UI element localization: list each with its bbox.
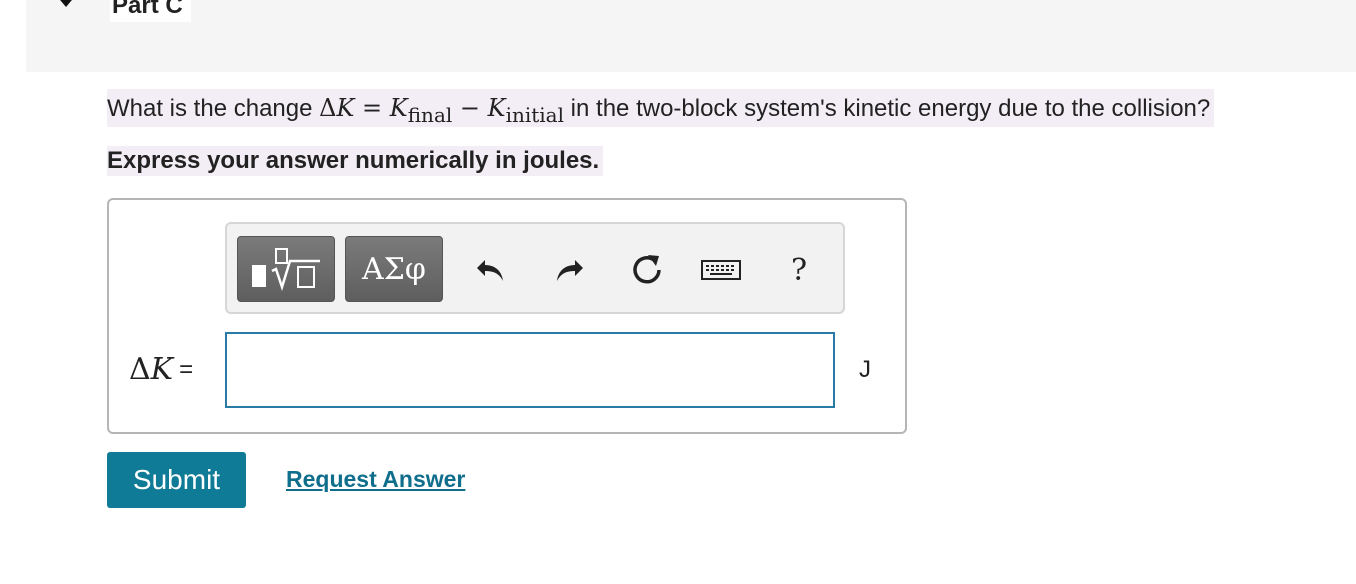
- answer-delta: Δ: [129, 352, 151, 387]
- undo-icon: [477, 260, 503, 281]
- k-final-symbol: K: [389, 94, 408, 122]
- reset-icon: [633, 255, 661, 284]
- k-initial-symbol: K: [487, 94, 506, 122]
- help-button[interactable]: ?: [779, 250, 819, 290]
- math-toolbar: ΑΣφ ?: [225, 222, 845, 314]
- part-title[interactable]: Part C: [110, 0, 191, 22]
- answer-instruction: Express your answer numerically in joule…: [107, 146, 604, 176]
- minus-symbol: −: [452, 94, 488, 122]
- question-prefix: What is the change: [107, 95, 320, 122]
- final-subscript: final: [407, 103, 453, 127]
- unit-label: J: [859, 356, 871, 383]
- answer-label: ΔK =: [129, 352, 193, 388]
- initial-subscript: initial: [505, 103, 565, 127]
- collapse-caret-icon[interactable]: [55, 0, 77, 7]
- redo-button[interactable]: [549, 250, 589, 290]
- question-text: What is the change ΔK = Kfinal − Kinitia…: [107, 89, 1215, 127]
- delta-symbol: Δ: [319, 94, 337, 122]
- undo-button[interactable]: [471, 250, 511, 290]
- reset-button[interactable]: [627, 250, 667, 290]
- part-header: [26, 0, 1356, 72]
- question-math: ΔK = Kfinal − Kinitial: [319, 94, 564, 127]
- request-answer-link[interactable]: Request Answer: [286, 464, 465, 494]
- question-suffix: in the two-block system's kinetic energy…: [564, 95, 1211, 122]
- keyboard-icon: [701, 260, 741, 280]
- templates-button[interactable]: [237, 236, 335, 302]
- answer-k: K: [150, 352, 174, 387]
- help-icon: ?: [790, 252, 808, 288]
- keyboard-button[interactable]: [701, 250, 741, 290]
- equals-symbol: =: [354, 94, 390, 122]
- redo-icon: [557, 260, 583, 281]
- answer-input[interactable]: [225, 332, 835, 408]
- answer-box: ΑΣφ ? ΔK = J: [107, 198, 907, 434]
- answer-equals: =: [179, 356, 194, 383]
- submit-button[interactable]: Submit: [107, 452, 246, 508]
- greek-symbols-button[interactable]: ΑΣφ: [345, 236, 443, 302]
- k-symbol: K: [336, 94, 355, 122]
- templates-sqrt-icon: [252, 248, 320, 291]
